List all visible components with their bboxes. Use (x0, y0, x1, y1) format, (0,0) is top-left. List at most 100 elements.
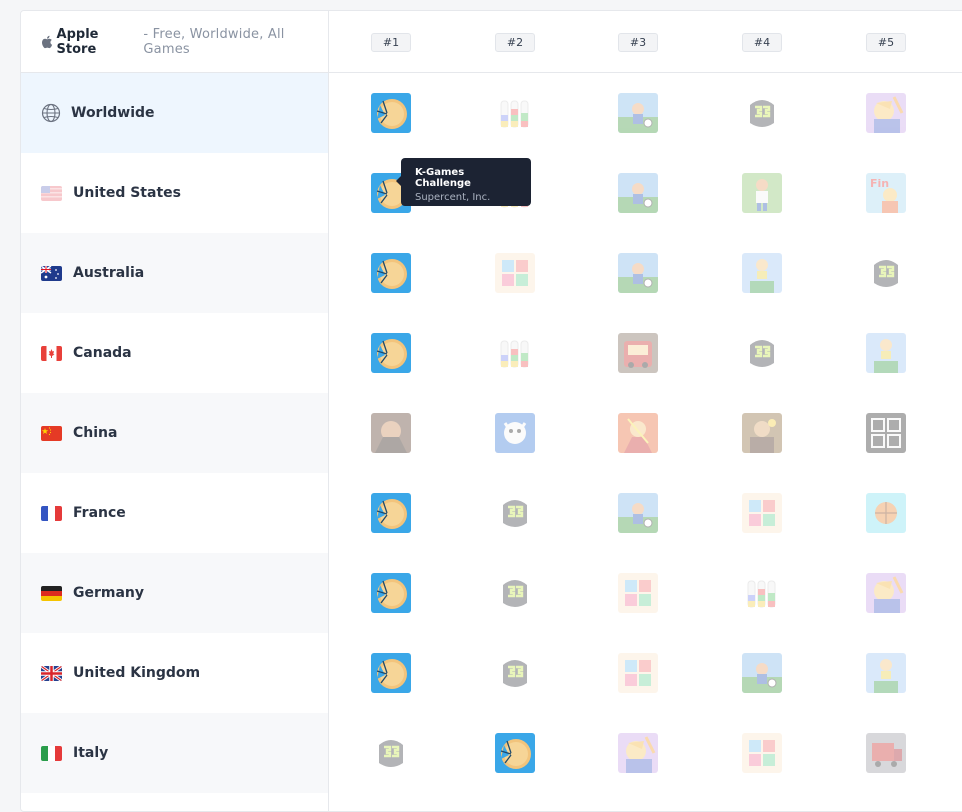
country-row-germany[interactable]: Germany (21, 553, 328, 633)
app-icon[interactable] (371, 733, 411, 773)
flag-de-icon (41, 585, 62, 601)
country-label: China (73, 425, 118, 441)
app-icon-art (371, 413, 411, 453)
app-icon[interactable] (371, 333, 411, 373)
apple-logo-icon (42, 35, 53, 48)
app-icon[interactable] (742, 653, 782, 693)
country-row-italy[interactable]: Italy (21, 713, 328, 793)
app-icon[interactable] (371, 93, 411, 133)
app-icon[interactable] (866, 413, 906, 453)
rank-header-row: #1 #2 #3 #4 #5 (329, 11, 962, 73)
app-tooltip: K-Games Challenge Supercent, Inc. (396, 158, 531, 206)
app-icon[interactable] (742, 493, 782, 533)
app-icon-art (495, 253, 535, 293)
app-icon[interactable] (742, 333, 782, 373)
app-icon[interactable] (742, 733, 782, 773)
app-icon[interactable] (495, 333, 535, 373)
app-icon-art (618, 333, 658, 373)
app-icon[interactable] (495, 733, 535, 773)
app-icon-art (371, 253, 411, 293)
app-icon[interactable] (866, 653, 906, 693)
app-icon[interactable]: Fin (866, 173, 906, 213)
country-label: United States (73, 185, 181, 201)
flag-fr-icon (41, 505, 62, 521)
app-icon[interactable] (618, 573, 658, 613)
app-icon-art (866, 573, 906, 613)
store-filters[interactable]: - Free, Worldwide, All Games (143, 27, 328, 57)
app-icon[interactable] (866, 333, 906, 373)
app-icon-art (371, 333, 411, 373)
app-icon-art (742, 493, 782, 533)
app-icon[interactable] (618, 493, 658, 533)
app-icon-art (866, 93, 906, 133)
app-icon-art: Fin (866, 173, 906, 213)
app-icon-art (618, 653, 658, 693)
country-row-worldwide[interactable]: Worldwide (21, 73, 328, 153)
globe-icon (41, 103, 61, 123)
app-icon[interactable] (866, 93, 906, 133)
app-icon-art (866, 253, 906, 293)
app-icon[interactable] (371, 573, 411, 613)
app-icon-art (742, 173, 782, 213)
app-icon[interactable] (866, 253, 906, 293)
country-row-china[interactable]: China (21, 393, 328, 473)
app-icon[interactable] (495, 93, 535, 133)
app-icon[interactable] (618, 413, 658, 453)
app-icon-art (866, 413, 906, 453)
app-icon-art (495, 733, 535, 773)
app-icon-art (618, 173, 658, 213)
app-icon-art (495, 93, 535, 133)
rank-label: #3 (618, 33, 658, 52)
svg-text:Fin: Fin (870, 177, 889, 190)
country-label: Canada (73, 345, 132, 361)
app-icon[interactable] (618, 173, 658, 213)
country-label: United Kingdom (73, 665, 201, 681)
country-row-united-kingdom[interactable]: United Kingdom (21, 633, 328, 713)
country-label: France (73, 505, 126, 521)
app-icon[interactable] (742, 173, 782, 213)
country-row-france[interactable]: France (21, 473, 328, 553)
store-name[interactable]: Apple Store (57, 27, 140, 57)
ranking-panel: Apple Store - Free, Worldwide, All Games… (20, 10, 962, 812)
app-icon-art (866, 653, 906, 693)
app-icon[interactable] (495, 493, 535, 533)
app-icon[interactable] (495, 653, 535, 693)
app-icon-art (371, 733, 411, 773)
app-icon[interactable] (742, 413, 782, 453)
app-icon-art (618, 493, 658, 533)
app-icon[interactable] (618, 333, 658, 373)
app-icon-art (618, 253, 658, 293)
app-icon-art (742, 333, 782, 373)
app-icon-art (371, 653, 411, 693)
app-icon[interactable] (618, 93, 658, 133)
app-icon[interactable] (371, 653, 411, 693)
country-column: Apple Store - Free, Worldwide, All Games… (21, 11, 329, 811)
app-icon[interactable] (495, 413, 535, 453)
app-icon[interactable] (742, 573, 782, 613)
app-icon[interactable] (371, 413, 411, 453)
app-icon[interactable] (495, 253, 535, 293)
app-icon-art (742, 733, 782, 773)
flag-us-icon (41, 185, 62, 201)
country-row-canada[interactable]: Canada (21, 313, 328, 393)
country-row-australia[interactable]: Australia (21, 233, 328, 313)
app-icon[interactable] (618, 653, 658, 693)
app-icon-art (371, 493, 411, 533)
app-icon-art (495, 333, 535, 373)
app-icon[interactable] (618, 253, 658, 293)
app-icon[interactable] (371, 253, 411, 293)
app-icon[interactable] (742, 253, 782, 293)
app-icon[interactable] (866, 573, 906, 613)
app-icon[interactable] (371, 493, 411, 533)
app-icon[interactable] (618, 733, 658, 773)
app-icon-art (618, 573, 658, 613)
app-icon[interactable] (866, 733, 906, 773)
app-icon[interactable] (866, 493, 906, 533)
app-icon-art (742, 573, 782, 613)
app-icon[interactable] (742, 93, 782, 133)
app-icon[interactable] (495, 573, 535, 613)
app-icon-art (866, 493, 906, 533)
country-row-united-states[interactable]: United States (21, 153, 328, 233)
app-icon-art (618, 93, 658, 133)
rank-label: #5 (866, 33, 906, 52)
